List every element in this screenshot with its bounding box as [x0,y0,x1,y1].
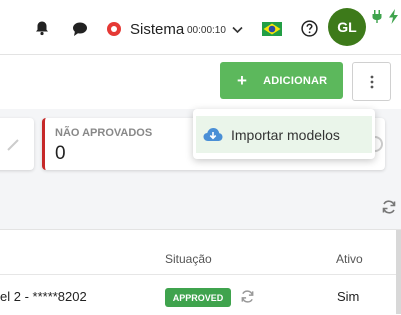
status-indicator-icon[interactable] [107,22,121,36]
check-icon [7,139,19,151]
import-models-menu-item[interactable]: Importar modelos [196,116,372,153]
help-icon[interactable] [301,20,318,37]
sync-icon[interactable] [240,289,255,304]
card-value: 0 [55,143,66,164]
vertical-dots-icon [370,75,373,88]
status-timer: 00:00:10 [187,25,226,36]
top-bar: Sistema 00:00:10 GL [0,0,401,55]
row-divider [0,274,401,275]
row-name: el 2 - *****8202 [0,289,87,304]
row-active: Sim [337,289,360,304]
cloud-download-icon [203,128,223,141]
chevron-down-icon[interactable] [232,26,243,34]
avatar[interactable]: GL [328,8,366,46]
refresh-icon[interactable] [381,199,397,220]
add-button-label: ADICIONAR [263,74,328,87]
brazil-flag-icon[interactable] [262,22,282,36]
options-dropdown-menu: Importar modelos [193,109,375,159]
import-models-label: Importar modelos [231,126,340,143]
add-button[interactable]: + ADICIONAR [220,62,343,99]
card-title: NÃO APROVADOS [55,127,153,139]
templates-table: Situação Ativo el 2 - *****8202 APPROVED… [0,229,401,315]
scrollbar[interactable] [396,230,401,314]
header-active[interactable]: Ativo [336,252,363,266]
card-icon [375,136,383,152]
plus-icon: + [237,70,248,90]
more-options-button[interactable] [352,62,391,101]
lightning-icon [388,9,399,24]
plug-icon [371,9,383,23]
chat-icon[interactable] [72,21,88,37]
summary-card-partial [0,118,34,170]
action-bar: + ADICIONAR [0,55,401,109]
bell-icon[interactable] [34,20,50,36]
header-status[interactable]: Situação [165,252,212,266]
status-label[interactable]: Sistema [130,21,184,38]
status-badge: APPROVED [165,288,231,307]
